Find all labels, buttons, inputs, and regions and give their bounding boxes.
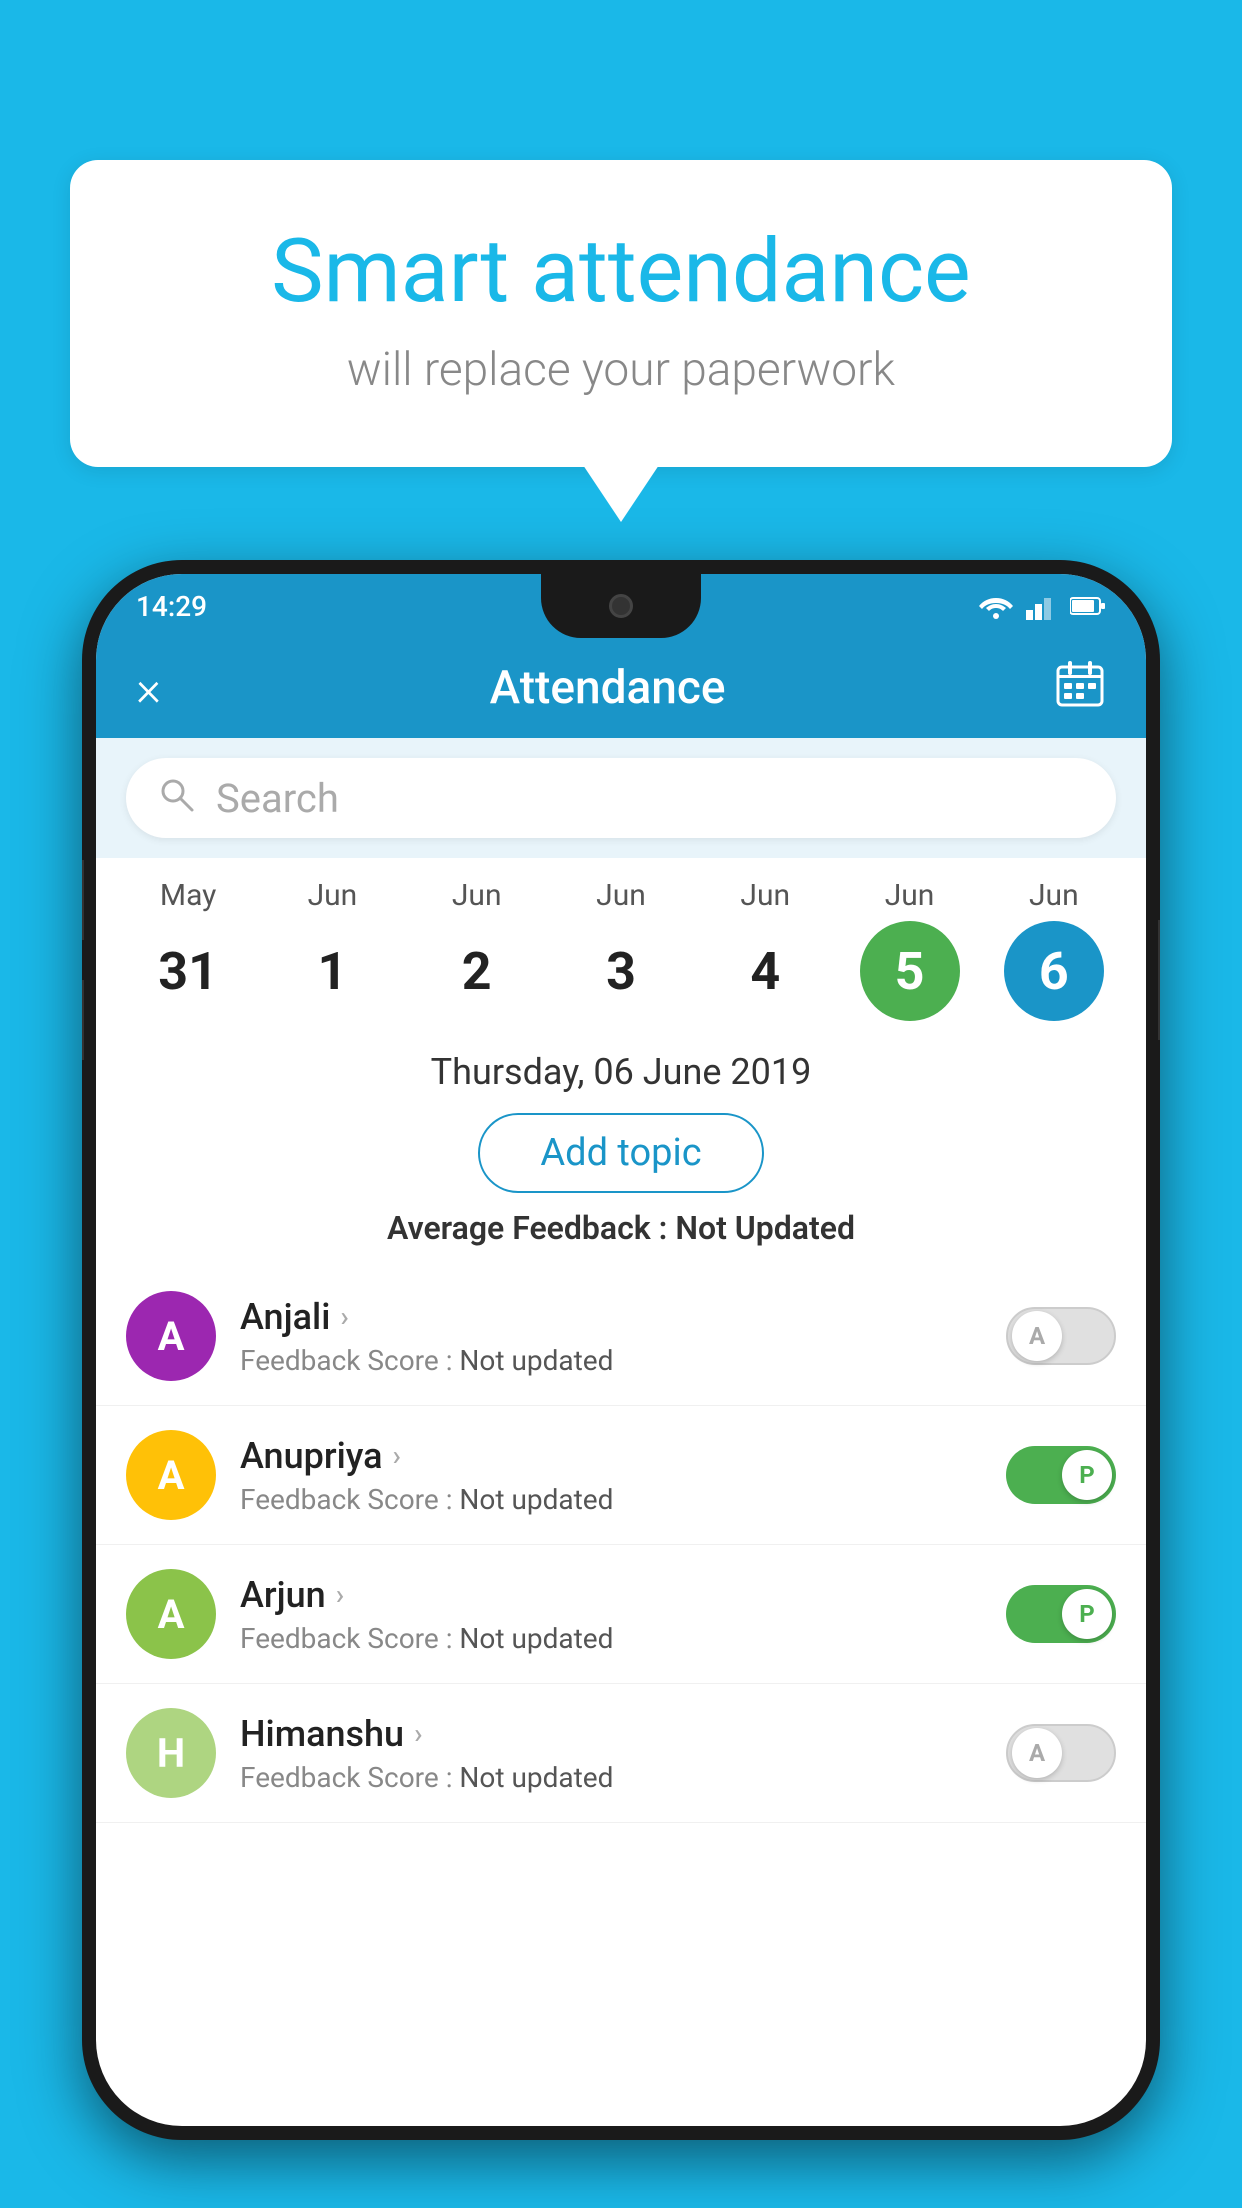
date-month-label: Jun (308, 878, 358, 913)
attendance-toggle[interactable]: P (1006, 1446, 1116, 1504)
calendar-date-5[interactable]: Jun 5 (850, 878, 970, 1021)
student-info: Himanshu › Feedback Score : Not updated (240, 1713, 982, 1794)
feedback-avg-label: Average Feedback : (387, 1209, 675, 1247)
student-name: Anjali › (240, 1296, 982, 1338)
student-avatar: A (126, 1569, 216, 1659)
attendance-toggle[interactable]: P (1006, 1585, 1116, 1643)
phone-frame: 14:29 (82, 560, 1160, 2140)
student-name: Anupriya › (240, 1435, 982, 1477)
feedback-avg-value: Not Updated (675, 1209, 855, 1247)
calendar-date-2[interactable]: Jun 2 (417, 878, 537, 1021)
close-button[interactable]: × (136, 660, 161, 717)
toggle-knob: P (1062, 1450, 1112, 1500)
date-month-label: Jun (596, 878, 646, 913)
student-avatar: H (126, 1708, 216, 1798)
calendar-date-4[interactable]: Jun 4 (705, 878, 825, 1021)
toggle-track: P (1006, 1585, 1116, 1643)
student-info: Anjali › Feedback Score : Not updated (240, 1296, 982, 1377)
app-header: × Attendance (96, 638, 1146, 738)
toggle-track: A (1006, 1307, 1116, 1365)
chevron-icon: › (336, 1578, 344, 1611)
toggle-track: P (1006, 1446, 1116, 1504)
search-container: Search (96, 738, 1146, 858)
student-feedback-score: Feedback Score : Not updated (240, 1761, 982, 1794)
student-row-1[interactable]: A Anupriya › Feedback Score : Not updated P (96, 1406, 1146, 1545)
student-info: Anupriya › Feedback Score : Not updated (240, 1435, 982, 1516)
calendar-date-1[interactable]: Jun 1 (272, 878, 392, 1021)
student-avatar: A (126, 1291, 216, 1381)
student-row-2[interactable]: A Arjun › Feedback Score : Not updated P (96, 1545, 1146, 1684)
status-time: 14:29 (136, 590, 207, 623)
student-row-3[interactable]: H Himanshu › Feedback Score : Not updated A (96, 1684, 1146, 1823)
student-avatar: A (126, 1430, 216, 1520)
phone-edge-vol2 (82, 980, 84, 1060)
phone-edge-vol1 (82, 860, 84, 940)
attendance-toggle[interactable]: A (1006, 1307, 1116, 1365)
chevron-icon: › (393, 1439, 401, 1472)
student-name: Arjun › (240, 1574, 982, 1616)
date-month-label: Jun (452, 878, 502, 913)
date-day-number: 1 (282, 921, 382, 1021)
toggle-knob: P (1062, 1589, 1112, 1639)
signal-icon (1026, 592, 1058, 620)
speech-bubble-container: Smart attendance will replace your paper… (70, 160, 1172, 467)
bubble-subtitle: will replace your paperwork (150, 343, 1092, 397)
date-day-number: 6 (1004, 921, 1104, 1021)
speech-bubble: Smart attendance will replace your paper… (70, 160, 1172, 467)
calendar-date-3[interactable]: Jun 3 (561, 878, 681, 1021)
student-name: Himanshu › (240, 1713, 982, 1755)
search-icon (156, 774, 196, 823)
add-topic-button[interactable]: Add topic (478, 1113, 763, 1193)
date-month-label: Jun (1029, 878, 1079, 913)
battery-icon (1070, 596, 1106, 616)
student-list: AAnjali ›Feedback Score : Not updatedAAA… (96, 1267, 1146, 1823)
chevron-icon: › (340, 1300, 348, 1333)
front-camera (609, 594, 633, 618)
date-day-number: 3 (571, 921, 671, 1021)
student-feedback-score: Feedback Score : Not updated (240, 1483, 982, 1516)
date-month-label: May (160, 878, 216, 913)
calendar-date-0[interactable]: May 31 (128, 878, 248, 1021)
wifi-icon (978, 592, 1014, 620)
selected-date-info: Thursday, 06 June 2019 Add topic Average… (96, 1031, 1146, 1267)
toggle-track: A (1006, 1724, 1116, 1782)
date-month-label: Jun (740, 878, 790, 913)
student-feedback-score: Feedback Score : Not updated (240, 1344, 982, 1377)
date-day-number: 31 (138, 921, 238, 1021)
phone-edge-power (1158, 920, 1160, 1040)
chevron-icon: › (414, 1717, 422, 1750)
attendance-toggle[interactable]: A (1006, 1724, 1116, 1782)
average-feedback: Average Feedback : Not Updated (96, 1209, 1146, 1257)
date-day-number: 2 (427, 921, 527, 1021)
bubble-title: Smart attendance (150, 220, 1092, 323)
search-placeholder: Search (216, 775, 339, 822)
date-day-number: 5 (860, 921, 960, 1021)
selected-date-label: Thursday, 06 June 2019 (96, 1051, 1146, 1093)
date-day-number: 4 (715, 921, 815, 1021)
calendar-date-6[interactable]: Jun 6 (994, 878, 1114, 1021)
calendar-dates: May 31 Jun 1 Jun 2 Jun 3 Jun 4 Jun 5 Jun 6 (96, 878, 1146, 1021)
date-month-label: Jun (885, 878, 935, 913)
toggle-knob: A (1012, 1311, 1062, 1361)
screen-title: Attendance (490, 661, 726, 715)
toggle-knob: A (1012, 1728, 1062, 1778)
calendar-icon[interactable] (1054, 657, 1106, 719)
status-icons (978, 592, 1106, 620)
student-info: Arjun › Feedback Score : Not updated (240, 1574, 982, 1655)
search-bar[interactable]: Search (126, 758, 1116, 838)
calendar-strip: May 31 Jun 1 Jun 2 Jun 3 Jun 4 Jun 5 Jun 6 (96, 858, 1146, 1031)
student-row-0[interactable]: A Anjali › Feedback Score : Not updated A (96, 1267, 1146, 1406)
phone-notch (541, 574, 701, 638)
phone-inner: 14:29 (96, 574, 1146, 2126)
student-feedback-score: Feedback Score : Not updated (240, 1622, 982, 1655)
